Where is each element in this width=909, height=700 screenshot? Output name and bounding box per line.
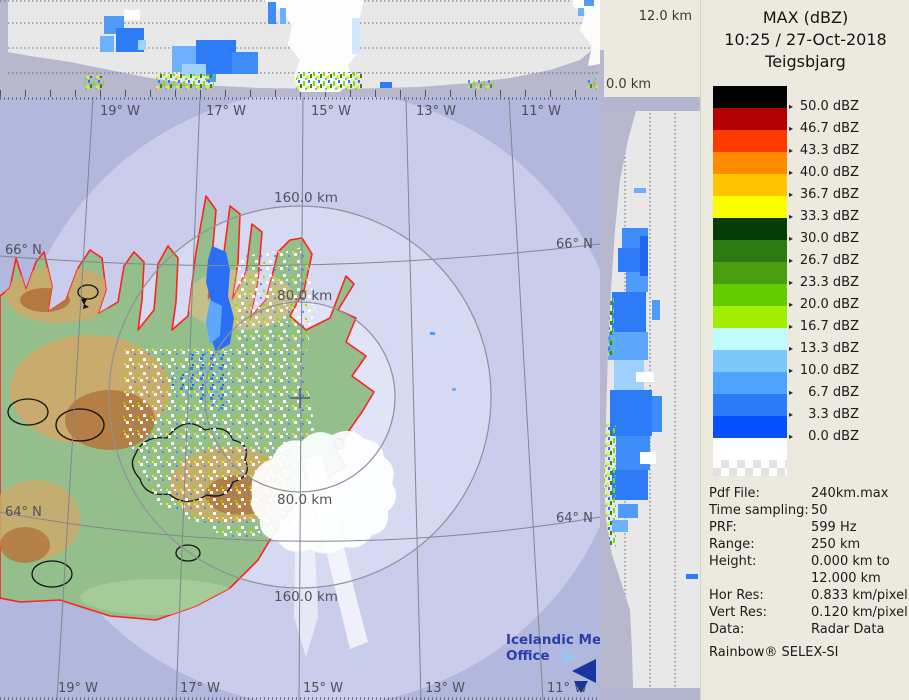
scale-color-block	[713, 394, 787, 416]
metadata-row: Data: Radar Data	[709, 622, 905, 639]
scale-color-block	[713, 350, 787, 372]
scale-color-block	[713, 152, 787, 174]
lon-label-top: 13° W	[416, 104, 456, 119]
vertical-profile-side	[600, 97, 700, 700]
height-axis-min-label: 0.0 km	[606, 77, 651, 92]
threshold-value: 46.7 dBZ	[793, 121, 859, 136]
radar-station-name: Teigsbjarg	[701, 52, 909, 71]
threshold-value: 36.7 dBZ	[793, 187, 859, 202]
lat-label-left: 66° N	[5, 243, 42, 258]
range-ring-label: 80.0 km	[277, 492, 332, 508]
metadata-value: Radar Data	[811, 622, 884, 637]
lon-label-bottom: 19° W	[58, 681, 98, 696]
lon-label-bottom: 15° W	[303, 681, 343, 696]
scale-block-transparent	[713, 460, 787, 476]
metadata-value: 12.000 km	[811, 571, 881, 586]
metadata-label: Hor Res:	[709, 588, 764, 603]
metadata-label: Data:	[709, 622, 744, 637]
metadata-row: Pdf File: 240km.max	[709, 486, 905, 503]
threshold-value: 50.0 dBZ	[793, 99, 859, 114]
metadata-label: Height:	[709, 554, 756, 569]
scale-color-block	[713, 372, 787, 394]
threshold-value: 10.0 dBZ	[793, 363, 859, 378]
metadata-value: 50	[811, 503, 828, 518]
threshold-value: 30.0 dBZ	[793, 231, 859, 246]
metadata-value: 240km.max	[811, 486, 888, 501]
scale-color-block	[713, 174, 787, 196]
scale-color-block	[713, 262, 787, 284]
metadata-block: Pdf File:240km.maxTime sampling:50PRF:59…	[709, 486, 905, 639]
threshold-value: 3.3 dBZ	[793, 407, 859, 422]
threshold-value: 33.3 dBZ	[793, 209, 859, 224]
metadata-label: Time sampling:	[709, 503, 809, 518]
legend-panel: MAX (dBZ) 10:25 / 27-Oct-2018 Teigsbjarg…	[700, 0, 909, 700]
radar-app-window: 12.0 km 0.0 km	[0, 0, 909, 700]
metadata-value: 599 Hz	[811, 520, 857, 535]
scale-color-block	[713, 328, 787, 350]
metadata-label: Pdf File:	[709, 486, 760, 501]
threshold-value: 13.3 dBZ	[793, 341, 859, 356]
vertical-profile-top-canvas	[0, 0, 600, 97]
lat-label-right: 64° N	[556, 511, 593, 526]
scale-color-block	[713, 196, 787, 218]
metadata-row: Vert Res: 0.120 km/pixel	[709, 605, 905, 622]
scale-block-below-min	[713, 438, 787, 460]
lon-label-top: 15° W	[311, 104, 351, 119]
metadata-row: PRF: 599 Hz	[709, 520, 905, 537]
side-strip-top-band	[600, 97, 700, 111]
threshold-value: 23.3 dBZ	[793, 275, 859, 290]
software-footer: Rainbow® SELEX-SI	[709, 645, 839, 660]
range-ring-label: 160.0 km	[274, 589, 338, 605]
metadata-label: PRF:	[709, 520, 737, 535]
imo-logo-mark-icon	[552, 645, 604, 693]
lon-label-bottom: 17° W	[180, 681, 220, 696]
metadata-label: Range:	[709, 537, 755, 552]
scale-color-block	[713, 108, 787, 130]
scale-color-block	[713, 240, 787, 262]
metadata-row: Height: 0.000 km to	[709, 554, 905, 571]
metadata-row: Time sampling:50	[709, 503, 905, 520]
scale-blocks	[713, 86, 787, 438]
range-ring-label: 80.0 km	[277, 288, 332, 304]
metadata-label: Vert Res:	[709, 605, 767, 620]
range-ring-label: 160.0 km	[274, 190, 338, 206]
metadata-row: Hor Res: 0.833 km/pixel	[709, 588, 905, 605]
metadata-row: Range: 250 km	[709, 537, 905, 554]
lon-label-top: 11° W	[521, 104, 561, 119]
vertical-profile-side-canvas	[600, 97, 700, 700]
radar-map-canvas	[0, 97, 600, 700]
vertical-profile-top	[0, 0, 600, 97]
height-axis-max-label: 12.0 km	[620, 9, 692, 24]
echoes-side-strip	[600, 188, 698, 579]
scale-color-block	[713, 284, 787, 306]
scale-color-block	[713, 86, 787, 108]
product-title: MAX (dBZ)	[701, 8, 909, 27]
metadata-value: 250 km	[811, 537, 860, 552]
lon-label-top: 19° W	[100, 104, 140, 119]
lon-label-top: 17° W	[206, 104, 246, 119]
radar-map: 19° W 17° W 15° W 13° W 11° W 19° W 17° …	[0, 97, 600, 700]
threshold-value: 0.0 dBZ	[793, 429, 859, 444]
threshold-value: 6.7 dBZ	[793, 385, 859, 400]
side-strip-bottom-band	[600, 688, 700, 700]
scale-color-block	[713, 218, 787, 240]
metadata-row: 12.000 km	[709, 571, 905, 588]
threshold-value: 40.0 dBZ	[793, 165, 859, 180]
threshold-value: 16.7 dBZ	[793, 319, 859, 334]
threshold-value: 43.3 dBZ	[793, 143, 859, 158]
metadata-value: 0.833 km/pixel	[811, 588, 908, 603]
lat-label-right: 66° N	[556, 237, 593, 252]
threshold-value: 20.0 dBZ	[793, 297, 859, 312]
metadata-value: 0.000 km to	[811, 554, 890, 569]
lat-label-left: 64° N	[5, 505, 42, 520]
metadata-value: 0.120 km/pixel	[811, 605, 908, 620]
lon-label-bottom: 13° W	[425, 681, 465, 696]
axis-corner: 12.0 km 0.0 km	[600, 0, 709, 97]
scale-color-block	[713, 416, 787, 438]
profile-edge-sliver	[600, 50, 604, 97]
scale-color-block	[713, 306, 787, 328]
scale-color-block	[713, 130, 787, 152]
product-datetime: 10:25 / 27-Oct-2018	[701, 30, 909, 49]
threshold-value: 26.7 dBZ	[793, 253, 859, 268]
